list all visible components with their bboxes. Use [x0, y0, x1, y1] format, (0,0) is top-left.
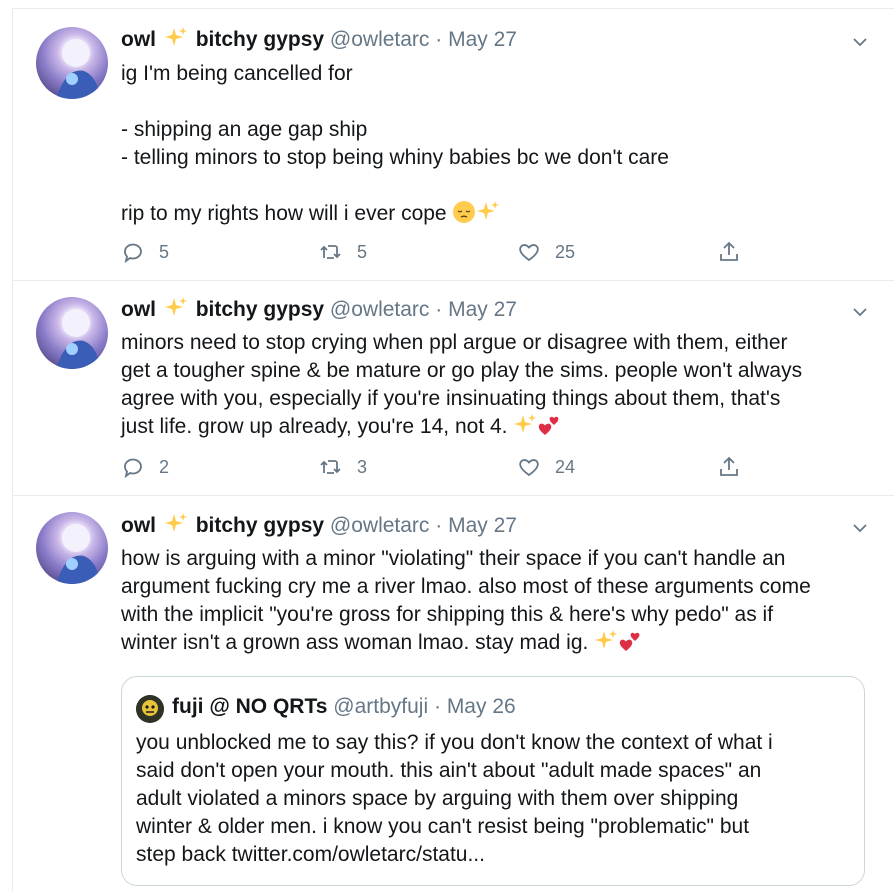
tweet[interactable]: owl bitchy gypsy @owletarc · May 27 ig I… [13, 9, 894, 281]
quoted-display-name[interactable]: fuji @ NO QRTs [172, 695, 327, 718]
timeline: owl bitchy gypsy @owletarc · May 27 ig I… [12, 8, 894, 891]
tweet-text-content: ig I'm being cancelled for - shipping an… [121, 62, 669, 225]
separator-dot: · [435, 514, 443, 537]
retweet-count: 3 [357, 456, 368, 477]
tweet-date[interactable]: May 27 [448, 514, 517, 537]
heart-outline-icon [519, 459, 539, 477]
separator-dot: · [433, 695, 441, 718]
tweet-header: owl bitchy gypsy @owletarc · May 27 [121, 26, 517, 54]
reply-bubble-icon [124, 243, 142, 264]
retweet-button[interactable]: 5 [319, 238, 367, 266]
separator-dot: · [435, 28, 443, 51]
retweet-count: 5 [357, 241, 368, 262]
sparkles-icon [514, 414, 537, 433]
tweet-text-content: minors need to stop crying when ppl argu… [121, 331, 803, 438]
tweet-text: ig I'm being cancelled for - shipping an… [121, 60, 881, 228]
share-button[interactable] [717, 238, 741, 266]
tweet-text-content: how is arguing with a minor "violating" … [121, 547, 811, 654]
separator-dot: · [435, 298, 443, 321]
quoted-handle[interactable]: @artbyfuji [333, 695, 428, 718]
user-handle[interactable]: @owletarc [330, 514, 430, 537]
sparkles-icon [164, 297, 187, 316]
quoted-text: you unblocked me to say this? if you don… [136, 731, 773, 866]
reply-button[interactable]: 5 [121, 238, 169, 266]
reply-count: 2 [159, 456, 170, 477]
like-count: 25 [555, 241, 576, 262]
tweet-date[interactable]: May 27 [448, 28, 517, 51]
two-hearts-icon [539, 416, 559, 435]
share-button[interactable] [717, 453, 741, 481]
tweet-date[interactable]: May 27 [448, 298, 517, 321]
retweet-icon [320, 460, 341, 474]
chevron-down-icon[interactable] [851, 303, 869, 321]
like-button[interactable]: 25 [517, 238, 575, 266]
heart-outline-icon [519, 244, 539, 262]
display-name-first[interactable]: owl [121, 514, 156, 537]
retweet-icon [320, 245, 341, 259]
tweet-header: owl bitchy gypsy @owletarc · May 27 [121, 512, 517, 540]
display-name-first[interactable]: owl [121, 28, 156, 51]
two-hearts-icon [619, 632, 640, 651]
reply-button[interactable]: 2 [121, 453, 169, 481]
sparkles-icon [164, 513, 187, 532]
quoted-date[interactable]: May 26 [447, 695, 516, 718]
pensive-face-icon [453, 201, 476, 223]
display-name-second[interactable]: bitchy gypsy [196, 28, 324, 51]
avatar[interactable] [36, 512, 108, 584]
tweet-header: owl bitchy gypsy @owletarc · May 27 [121, 296, 517, 324]
avatar[interactable] [36, 27, 108, 99]
tweet[interactable]: owl bitchy gypsy @owletarc · May 27 mino… [13, 281, 894, 496]
quoted-tweet[interactable]: fuji @ NO QRTs @artbyfuji · May 26 you u… [121, 676, 865, 886]
display-name-second[interactable]: bitchy gypsy [196, 514, 324, 537]
share-upload-icon [720, 241, 738, 261]
share-upload-icon [720, 456, 738, 476]
user-handle[interactable]: @owletarc [330, 28, 430, 51]
quoted-avatar[interactable] [136, 695, 164, 723]
tweet-text: minors need to stop crying when ppl argu… [121, 329, 881, 441]
reply-bubble-icon [124, 458, 142, 479]
display-name-first[interactable]: owl [121, 298, 156, 321]
sparkles-icon [595, 630, 618, 649]
avatar[interactable] [36, 297, 108, 369]
reply-count: 5 [159, 241, 170, 262]
tweet-text: how is arguing with a minor "violating" … [121, 545, 881, 657]
quoted-header: fuji @ NO QRTs @artbyfuji · May 26 [172, 693, 516, 721]
user-handle[interactable]: @owletarc [330, 298, 430, 321]
tweet-actions: 5 5 25 [121, 238, 761, 266]
chevron-down-icon[interactable] [851, 519, 869, 537]
sparkles-icon [477, 201, 500, 220]
display-name-second[interactable]: bitchy gypsy [196, 298, 324, 321]
like-count: 24 [555, 456, 576, 477]
sparkles-icon [164, 27, 187, 46]
tweet[interactable]: owl bitchy gypsy @owletarc · May 27 how … [13, 496, 894, 891]
like-button[interactable]: 24 [517, 453, 575, 481]
chevron-down-icon[interactable] [851, 33, 869, 51]
tweet-actions: 2 3 24 [121, 453, 761, 481]
retweet-button[interactable]: 3 [319, 453, 367, 481]
